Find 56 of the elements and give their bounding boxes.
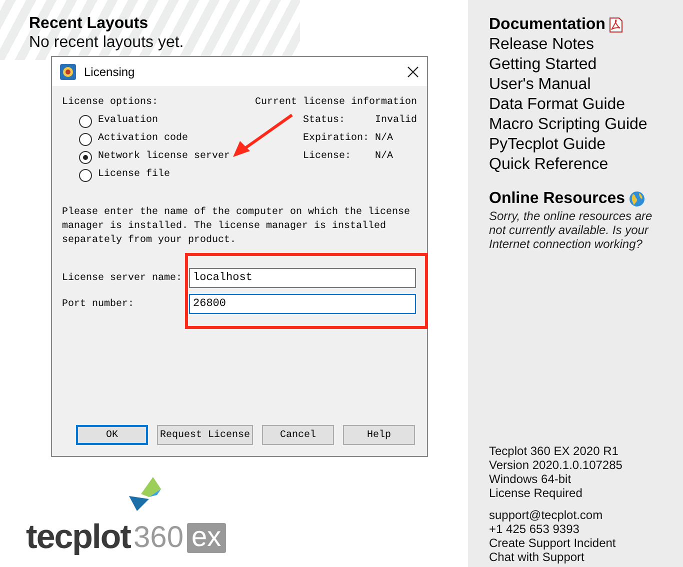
radio-option[interactable]: Evaluation (79, 114, 230, 128)
dialog-button[interactable]: Cancel (262, 425, 334, 445)
documentation-link[interactable]: User's Manual (489, 75, 591, 95)
dialog-button[interactable]: Help (343, 425, 416, 445)
product-info: Windows 64-bit (489, 472, 572, 486)
radio-button[interactable] (79, 150, 92, 164)
radio-button[interactable] (79, 132, 92, 146)
support-info: Chat with Support (489, 550, 584, 564)
radio-button[interactable] (79, 168, 92, 182)
radio-option[interactable]: Activation code (79, 132, 230, 146)
offline-message: Sorry, the online resources are not currently available. Is your Internet connection working? (489, 209, 654, 251)
documentation-link[interactable]: Macro Scripting Guide (489, 115, 648, 135)
info-value: Invalid (374, 114, 417, 128)
info-value: N/A (374, 150, 394, 164)
product-info: License Required (489, 486, 582, 500)
info-label: Status: (302, 114, 346, 128)
info-label: License: (302, 150, 352, 164)
documentation-link[interactable]: PyTecplot Guide (489, 135, 606, 155)
documentation-link[interactable]: Getting Started (489, 55, 597, 75)
input-field[interactable]: localhost (189, 268, 416, 288)
instructions-text: Please enter the name of the computer on which the license manager is installed. The license manager is installed separately from your product. (62, 206, 412, 248)
logo-badge: ex (186, 523, 226, 553)
app-icon (60, 64, 76, 80)
info-value: N/A (374, 132, 394, 146)
dialog-button[interactable]: Request License (157, 425, 254, 445)
support-info: support@tecplot.com (489, 508, 603, 522)
logo-number: 360 (133, 523, 184, 553)
product-info: Version 2020.1.0.107285 (489, 458, 622, 472)
documentation-link[interactable]: Data Format Guide (489, 95, 626, 115)
input-field[interactable]: 26800 (189, 294, 416, 314)
documentation-link[interactable]: Release Notes (489, 35, 594, 55)
field-label: Port number: (62, 298, 136, 310)
globe-icon (629, 191, 646, 207)
support-info: Create Support Incident (489, 536, 616, 550)
logo-wordmark: tecplot (26, 521, 130, 553)
pdf-icon (609, 17, 624, 33)
section-heading: Documentation (489, 15, 606, 35)
radio-option[interactable]: License file (79, 168, 230, 182)
documentation-link[interactable]: Quick Reference (489, 155, 608, 175)
radio-label: License file (98, 168, 170, 182)
info-label: Expiration: (302, 132, 370, 146)
dialog-title: Licensing (84, 64, 136, 78)
radio-label: Activation code (98, 132, 188, 146)
section-heading: Online Resources (489, 189, 626, 209)
radio-button[interactable] (79, 114, 92, 128)
close-icon[interactable] (407, 66, 419, 78)
product-info: Tecplot 360 EX 2020 R1 (489, 444, 618, 458)
dialog-button[interactable]: OK (76, 425, 148, 445)
section-heading: Recent Layouts (29, 14, 148, 34)
empty-message: No recent layouts yet. (29, 34, 184, 52)
arrow-annotation (232, 113, 294, 159)
radio-label: Evaluation (98, 114, 158, 128)
info-heading: Current license information (254, 96, 417, 110)
support-info: +1 425 653 9393 (489, 522, 580, 536)
field-label: License server name: (62, 272, 184, 284)
options-label: License options: (62, 96, 160, 110)
